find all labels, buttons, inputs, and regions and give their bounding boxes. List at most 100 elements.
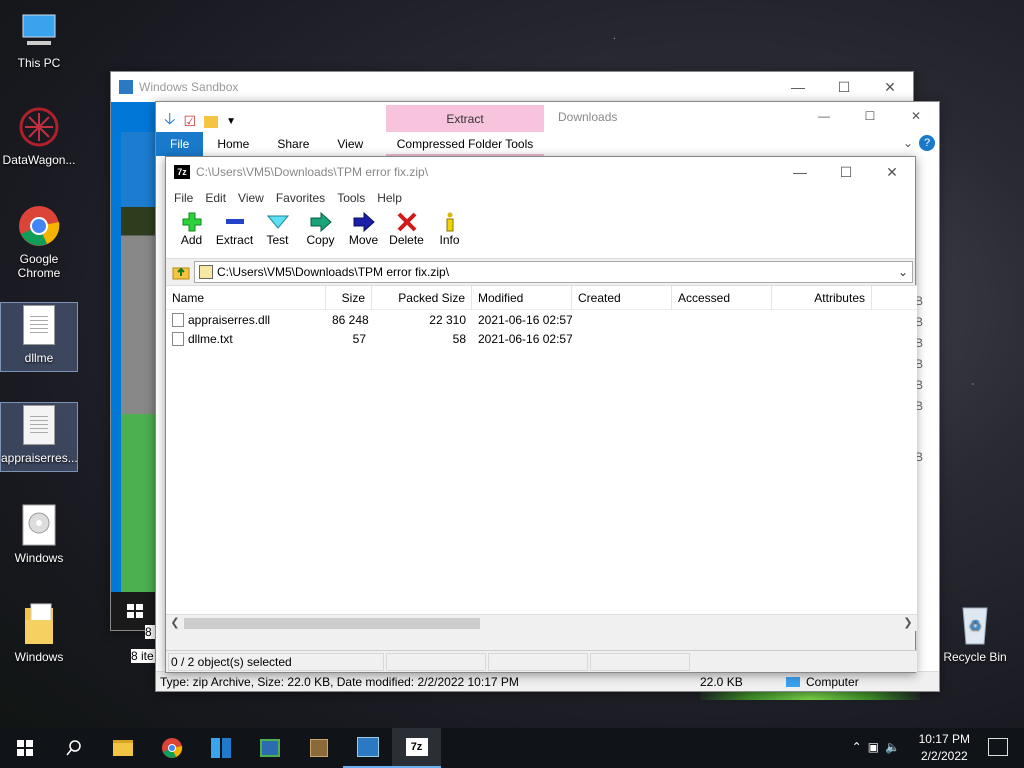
search-icon [65, 740, 81, 756]
table-row[interactable]: appraiserres.dll 86 248 22 310 2021-06-1… [166, 310, 917, 329]
start-button[interactable] [0, 728, 49, 768]
column-attributes[interactable]: Attributes [772, 285, 872, 310]
maximize-button[interactable]: ☐ [821, 72, 867, 102]
tab-file[interactable]: File [156, 132, 204, 156]
close-button[interactable]: ✕ [869, 157, 915, 187]
taskbar-app-buildings[interactable] [196, 728, 245, 768]
taskbar-chrome[interactable] [147, 728, 196, 768]
zip-file-icon [199, 265, 213, 279]
desktop-icon-label: Windows [14, 551, 64, 565]
close-button[interactable]: ✕ [867, 72, 913, 102]
sandbox-icon [356, 737, 379, 757]
info-icon [428, 211, 471, 233]
new-folder-icon[interactable] [204, 115, 219, 128]
maximize-button[interactable]: ☐ [847, 102, 893, 130]
desktop-icon-appraiserres[interactable]: appraiserres... [0, 402, 78, 472]
menu-edit[interactable]: Edit [199, 191, 232, 205]
desktop-icon-this-pc[interactable]: This PC [0, 8, 78, 70]
customize-qat-icon[interactable]: ▼ [226, 116, 236, 127]
minimize-button[interactable]: — [801, 102, 847, 130]
explorer-status-bar: Type: zip Archive, Size: 22.0 KB, Date m… [156, 671, 939, 691]
delete-x-icon [385, 211, 428, 233]
chevron-down-icon[interactable]: ⌄ [894, 265, 912, 279]
scroll-left-icon[interactable]: ❮ [168, 616, 182, 629]
tab-view[interactable]: View [323, 137, 377, 151]
sandbox-start-icon[interactable] [127, 604, 143, 618]
extract-button[interactable]: Extract [213, 209, 256, 247]
computer-icon [786, 676, 800, 687]
check-icon [256, 211, 299, 233]
column-modified[interactable]: Modified [472, 285, 572, 310]
taskbar-file-explorer[interactable] [98, 728, 147, 768]
test-button[interactable]: Test [256, 209, 299, 247]
desktop-icon-label: Google Chrome [17, 252, 61, 280]
quick-access-toolbar: 🡣 ☑ ▼ [164, 108, 236, 135]
minus-icon [213, 211, 256, 233]
sevenzip-titlebar[interactable]: 7z C:\Users\VM5\Downloads\TPM error fix.… [166, 157, 915, 187]
close-button[interactable]: ✕ [893, 102, 939, 130]
column-name[interactable]: Name [166, 285, 326, 310]
path-combobox[interactable]: C:\Users\VM5\Downloads\TPM error fix.zip… [194, 261, 913, 283]
chevron-up-icon[interactable]: ⌃ [852, 740, 862, 754]
menu-favorites[interactable]: Favorites [270, 191, 331, 205]
maximize-button[interactable]: ☐ [823, 157, 869, 187]
help-icon[interactable]: ? [919, 135, 935, 151]
sevenzip-window[interactable]: 7z C:\Users\VM5\Downloads\TPM error fix.… [165, 156, 917, 673]
notification-center-icon[interactable] [988, 738, 1008, 756]
scroll-right-icon[interactable]: ❯ [901, 616, 915, 629]
menu-view[interactable]: View [232, 191, 270, 205]
column-created[interactable]: Created [572, 285, 672, 310]
desktop-icon-dllme[interactable]: dllme [0, 302, 78, 372]
column-packed-size[interactable]: Packed Size [372, 285, 472, 310]
add-label: Add [180, 233, 203, 247]
desktop-icon-label: Recycle Bin [943, 650, 1007, 664]
minimize-button[interactable]: — [777, 157, 823, 187]
menu-tools[interactable]: Tools [331, 191, 371, 205]
menu-help[interactable]: Help [371, 191, 408, 205]
network-status-icon[interactable]: ▣ [868, 740, 879, 754]
sandbox-titlebar[interactable]: Windows Sandbox — ☐ ✕ [111, 72, 913, 102]
delete-button[interactable]: Delete [385, 209, 428, 247]
taskbar-7zip[interactable]: 7z [392, 728, 441, 768]
info-label: Info [439, 233, 460, 247]
properties-icon[interactable]: ☑ [184, 113, 197, 130]
taskbar-sandbox[interactable] [343, 728, 392, 768]
down-arrow-icon[interactable]: 🡣 [164, 108, 176, 135]
taskbar-app-box[interactable] [294, 728, 343, 768]
move-button[interactable]: Move [342, 209, 385, 247]
tab-home[interactable]: Home [203, 137, 263, 151]
desktop-icon-windows-folder[interactable]: Windows [0, 602, 78, 664]
search-button[interactable] [49, 728, 98, 768]
column-size[interactable]: Size [326, 285, 372, 310]
copy-label: Copy [306, 233, 335, 247]
tab-share[interactable]: Share [263, 137, 323, 151]
desktop-icon-windows-iso[interactable]: Windows [0, 503, 78, 565]
extract-label: Extract [215, 233, 254, 247]
desktop-icon-chrome[interactable]: Google Chrome [0, 204, 78, 280]
table-row[interactable]: dllme.txt 57 58 2021-06-16 02:57 [166, 329, 917, 348]
minimize-button[interactable]: — [775, 72, 821, 102]
info-button[interactable]: Info [428, 209, 471, 247]
status-segment [488, 652, 588, 671]
add-button[interactable]: Add [170, 209, 213, 247]
menu-file[interactable]: File [168, 191, 199, 205]
explorer-ribbon: 🡣 ☑ ▼ Extract Downloads — ☐ ✕ File Home … [156, 102, 939, 157]
datawagon-logo-icon [17, 105, 61, 149]
horizontal-scrollbar[interactable]: ❮ ❯ [166, 614, 917, 631]
volume-muted-icon[interactable]: 🔈 [885, 740, 900, 754]
status-location: Computer [806, 674, 859, 689]
up-folder-button[interactable] [168, 261, 194, 283]
sevenzip-icon: 7z [405, 738, 428, 756]
taskbar-clock[interactable]: 10:17 PM 2/2/2022 [919, 731, 970, 765]
column-accessed[interactable]: Accessed [672, 285, 772, 310]
ribbon-expand-icon[interactable]: ⌄ [903, 136, 913, 150]
sandbox-app-icon [119, 80, 133, 94]
scrollbar-thumb[interactable] [184, 618, 480, 629]
taskbar-app-network[interactable] [245, 728, 294, 768]
sandbox-title: Windows Sandbox [139, 80, 239, 94]
copy-button[interactable]: Copy [299, 209, 342, 247]
tab-compressed-folder-tools[interactable]: Compressed Folder Tools [386, 132, 544, 156]
desktop-icon-recycle-bin[interactable]: ♻ Recycle Bin [936, 602, 1014, 664]
desktop-icon-datawagon[interactable]: DataWagon... [0, 105, 78, 167]
status-file-size: 22.0 KB [700, 674, 743, 689]
